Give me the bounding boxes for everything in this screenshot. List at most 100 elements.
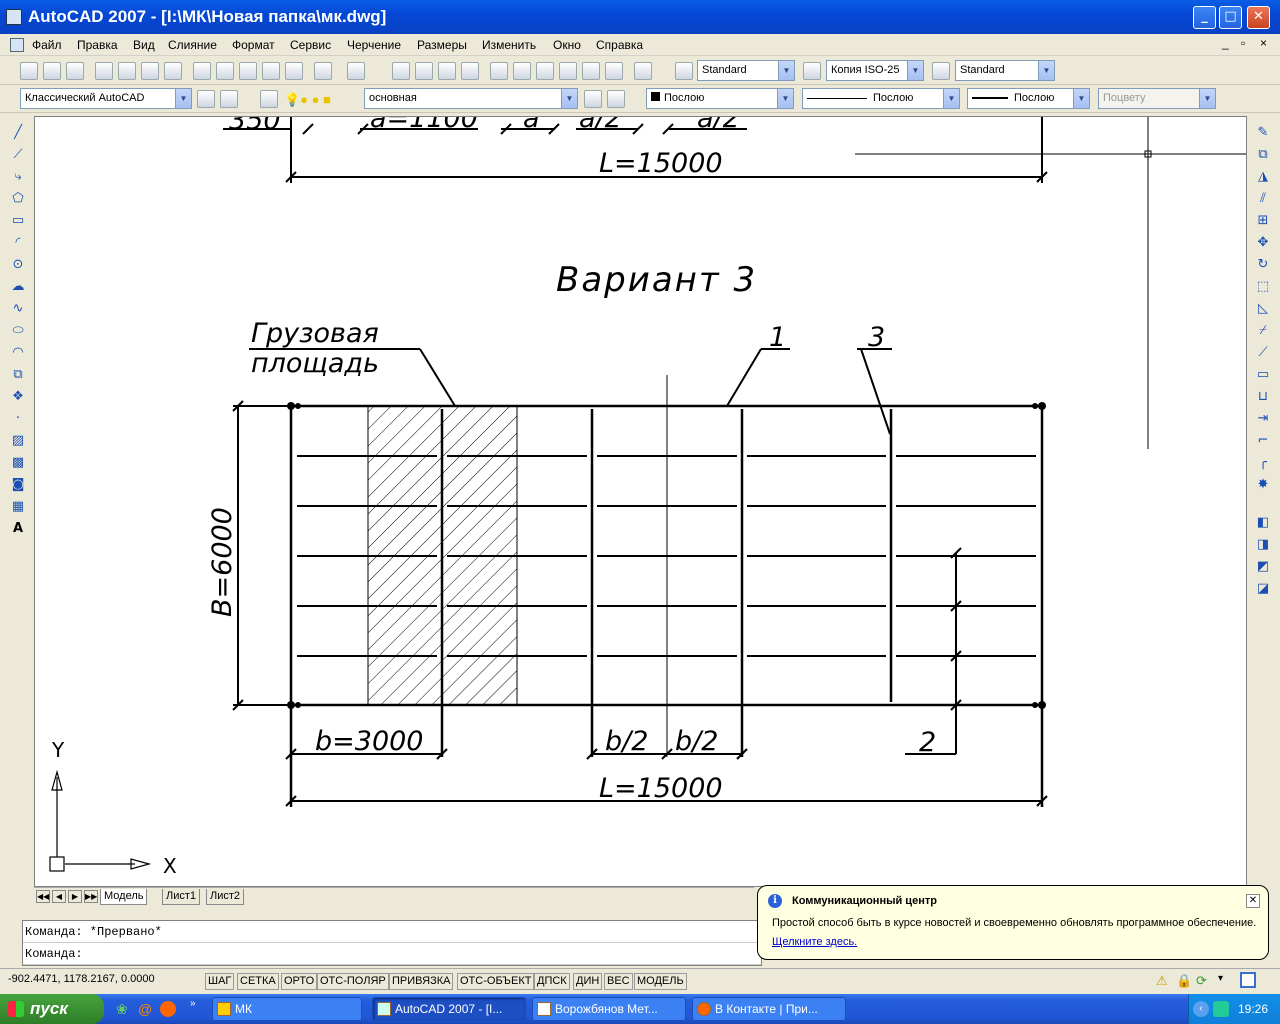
zoom-window-icon[interactable] bbox=[438, 62, 456, 80]
lineweight-select[interactable]: Послою ▼ bbox=[967, 88, 1090, 109]
extend-icon[interactable]: ⟋ bbox=[1254, 344, 1272, 362]
array-icon[interactable]: ⊞ bbox=[1254, 212, 1272, 230]
status-menu-icon[interactable]: ▾ bbox=[1218, 973, 1230, 989]
spline-icon[interactable]: ∿ bbox=[9, 300, 27, 318]
zoom-previous-icon[interactable] bbox=[461, 62, 479, 80]
command-prompt[interactable]: Команда: bbox=[23, 943, 761, 965]
dim-style-icon[interactable] bbox=[803, 62, 821, 80]
3d-dwf-icon[interactable] bbox=[164, 62, 182, 80]
menu-format[interactable]: Формат bbox=[232, 38, 275, 52]
menu-window[interactable]: Окно bbox=[553, 38, 581, 52]
plot-icon[interactable] bbox=[95, 62, 113, 80]
model-toggle[interactable]: МОДЕЛЬ bbox=[634, 973, 687, 990]
snap-toggle[interactable]: ШАГ bbox=[205, 973, 235, 990]
balloon-link[interactable]: Щелкните здесь. bbox=[772, 936, 857, 948]
layer-manager-icon[interactable] bbox=[260, 90, 278, 108]
scale-icon[interactable]: ⬚ bbox=[1254, 278, 1272, 296]
otrack-toggle[interactable]: ОТС-ОБЪЕКТ bbox=[457, 973, 535, 990]
workspace-select[interactable]: Классический AutoCAD ▼ bbox=[20, 88, 192, 109]
open-icon[interactable] bbox=[43, 62, 61, 80]
minimize-button[interactable]: _ bbox=[1193, 6, 1216, 29]
ellipse-arc-icon[interactable]: ◠ bbox=[9, 344, 27, 362]
copy-icon[interactable] bbox=[216, 62, 234, 80]
menu-file[interactable]: Файл bbox=[32, 38, 62, 52]
chamfer-icon[interactable]: ⌐ bbox=[1254, 432, 1272, 450]
menu-dimension[interactable]: Размеры bbox=[417, 38, 467, 52]
design-center-icon[interactable] bbox=[513, 62, 531, 80]
document-icon[interactable] bbox=[10, 38, 24, 52]
make-block-icon[interactable]: ❖ bbox=[9, 388, 27, 406]
table-style-icon[interactable] bbox=[932, 62, 950, 80]
task-mk-folder[interactable]: МК bbox=[212, 997, 362, 1021]
dim-style-select[interactable]: Копия ISO-25 ▼ bbox=[826, 60, 924, 81]
point-icon[interactable]: · bbox=[9, 410, 27, 428]
menu-edit[interactable]: Правка bbox=[77, 38, 118, 52]
layer-select[interactable]: основная ▼ bbox=[364, 88, 578, 109]
save-icon[interactable] bbox=[66, 62, 84, 80]
erase-icon[interactable]: ✎ bbox=[1254, 124, 1272, 142]
polar-toggle[interactable]: ОТС-ПОЛЯР bbox=[317, 973, 389, 990]
match-properties-icon[interactable] bbox=[262, 62, 280, 80]
zoom-realtime-icon[interactable] bbox=[415, 62, 433, 80]
ortho-toggle[interactable]: ОРТО bbox=[281, 973, 318, 990]
rotate-icon[interactable]: ↻ bbox=[1254, 256, 1272, 274]
draw-order-front-icon[interactable]: ◧ bbox=[1254, 514, 1272, 532]
menu-tools[interactable]: Сервис bbox=[290, 38, 331, 52]
menu-merge[interactable]: Слияние bbox=[168, 38, 217, 52]
markup-icon[interactable] bbox=[582, 62, 600, 80]
layer-previous-icon[interactable] bbox=[607, 90, 625, 108]
stretch-icon[interactable]: ◺ bbox=[1254, 300, 1272, 318]
new-icon[interactable] bbox=[20, 62, 38, 80]
ellipse-icon[interactable]: ⬭ bbox=[9, 322, 27, 340]
help-icon[interactable] bbox=[634, 62, 652, 80]
warning-icon[interactable]: ⚠ bbox=[1156, 973, 1172, 989]
copy-object-icon[interactable]: ⧉ bbox=[1254, 146, 1272, 164]
offset-icon[interactable]: ⫽ bbox=[1254, 190, 1272, 208]
move-icon[interactable]: ✥ bbox=[1254, 234, 1272, 252]
send-under-icon[interactable]: ◪ bbox=[1254, 580, 1272, 598]
doc-close-button[interactable]: × bbox=[1260, 36, 1267, 50]
update-icon[interactable]: ⟳ bbox=[1196, 973, 1212, 989]
mirror-icon[interactable]: ◮ bbox=[1254, 168, 1272, 186]
text-style-icon[interactable] bbox=[675, 62, 693, 80]
lwt-toggle[interactable]: ВЕС bbox=[604, 973, 633, 990]
coordinates-readout[interactable]: -902.4471, 1178.2167, 0.0000 bbox=[8, 973, 155, 985]
quicklaunch-icon-1[interactable]: ❀ bbox=[116, 1001, 132, 1017]
block-editor-icon[interactable] bbox=[285, 62, 303, 80]
break-icon[interactable]: ⊔ bbox=[1254, 388, 1272, 406]
ducs-toggle[interactable]: ДПСК bbox=[534, 973, 570, 990]
quicklaunch-firefox-icon[interactable] bbox=[160, 1001, 176, 1017]
task-autocad[interactable]: AutoCAD 2007 - [I... bbox=[372, 997, 526, 1021]
linetype-select[interactable]: Послою ▼ bbox=[802, 88, 960, 109]
dyn-toggle[interactable]: ДИН bbox=[573, 973, 603, 990]
gradient-icon[interactable]: ▩ bbox=[9, 454, 27, 472]
lock-icon[interactable]: 🔒 bbox=[1176, 973, 1192, 989]
menu-view[interactable]: Вид bbox=[133, 38, 155, 52]
cut-icon[interactable] bbox=[193, 62, 211, 80]
plot-preview-icon[interactable] bbox=[118, 62, 136, 80]
tool-palettes-icon[interactable] bbox=[536, 62, 554, 80]
sheet-set-icon[interactable] bbox=[559, 62, 577, 80]
menu-draw[interactable]: Черчение bbox=[347, 38, 401, 52]
fillet-icon[interactable]: ╭ bbox=[1254, 454, 1272, 472]
menu-modify[interactable]: Изменить bbox=[482, 38, 536, 52]
line-icon[interactable]: ╱ bbox=[9, 124, 27, 142]
tray-collapse-icon[interactable]: ‹ bbox=[1193, 1001, 1209, 1017]
clean-screen-icon[interactable] bbox=[1240, 972, 1256, 988]
osnap-toggle[interactable]: ПРИВЯЗКА bbox=[389, 973, 454, 990]
multiline-text-icon[interactable]: A bbox=[9, 520, 27, 538]
region-icon[interactable]: ◙ bbox=[9, 476, 27, 494]
bring-above-icon[interactable]: ◩ bbox=[1254, 558, 1272, 576]
first-tab-button[interactable]: ◀◀ bbox=[36, 890, 50, 903]
table-icon[interactable]: ▦ bbox=[9, 498, 27, 516]
construction-line-icon[interactable]: ⟋ bbox=[9, 146, 27, 164]
quicklaunch-mail-icon[interactable]: @ bbox=[138, 1001, 154, 1017]
balloon-close-button[interactable]: ✕ bbox=[1246, 894, 1260, 908]
command-window[interactable]: Команда: *Прервано* Команда: bbox=[22, 920, 762, 966]
workspace-save-icon[interactable] bbox=[220, 90, 238, 108]
rectangle-icon[interactable]: ▭ bbox=[9, 212, 27, 230]
draw-order-back-icon[interactable]: ◨ bbox=[1254, 536, 1272, 554]
properties-icon[interactable] bbox=[490, 62, 508, 80]
join-icon[interactable]: ⇥ bbox=[1254, 410, 1272, 428]
last-tab-button[interactable]: ▶▶ bbox=[84, 890, 98, 903]
